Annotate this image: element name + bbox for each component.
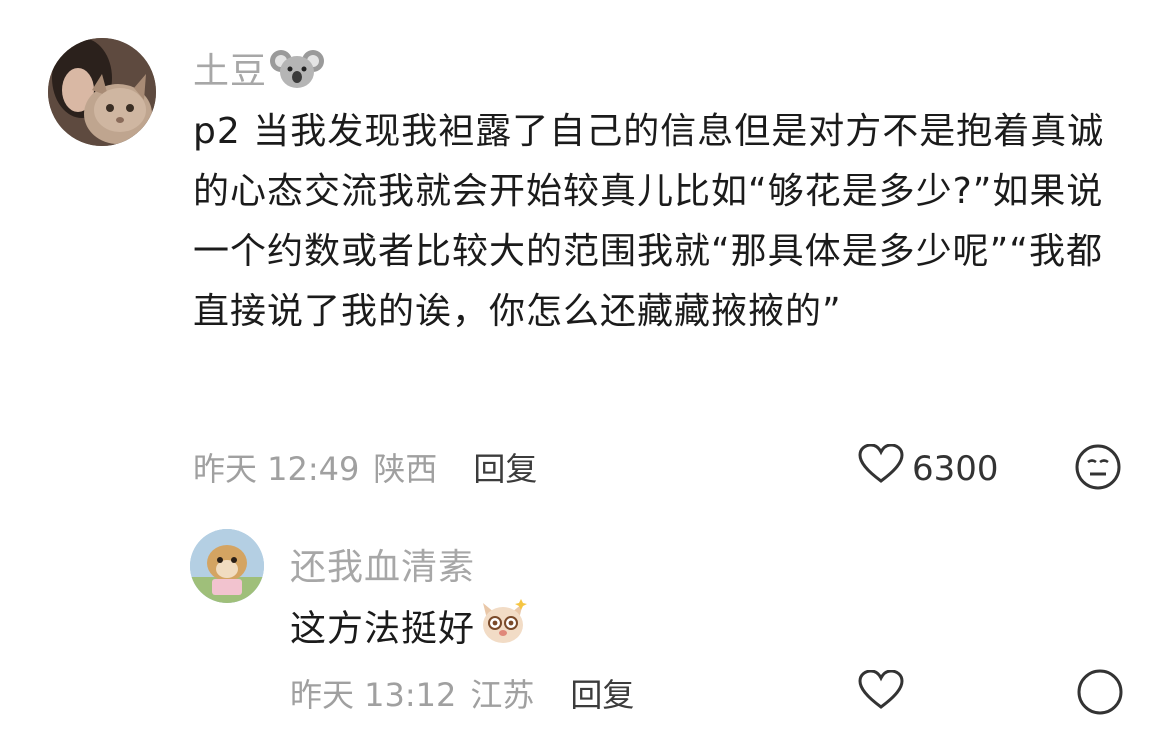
koala-icon (269, 46, 325, 101)
avatar[interactable] (48, 38, 156, 146)
heart-icon (858, 669, 904, 719)
cat-sticker-icon (477, 595, 529, 666)
reply-item: 还我血清素 这方法挺好 昨天 13:12 江苏 回复 (0, 505, 1170, 731)
emoji-reaction-button[interactable] (1076, 668, 1124, 720)
username[interactable]: 还我血清素 (290, 538, 475, 590)
comment-meta: 昨天 13:12 江苏 回复 (290, 670, 634, 716)
comment-text: p2 当我发现我袒露了自己的信息但是对方不是抱着真诚的心态交流我就会开始较真儿比… (193, 111, 1105, 332)
like-button[interactable]: 6300 (858, 443, 999, 493)
neutral-face-icon (1077, 669, 1123, 715)
comment-text: 这方法挺好 (290, 595, 890, 666)
avatar[interactable] (190, 529, 264, 603)
username-text: 土豆 (193, 51, 268, 92)
location: 江苏 (470, 676, 535, 714)
timestamp: 昨天 12:49 (193, 450, 360, 488)
comment-meta: 昨天 12:49 陕西 回复 (193, 444, 537, 490)
location: 陕西 (373, 450, 438, 488)
comment-item: 土豆 p2 当我发现我袒露了自己的信息但是对方不是抱着真诚的心态交流我就会开始较… (0, 0, 1170, 505)
like-button[interactable] (858, 669, 912, 719)
emoji-reaction-button[interactable] (1074, 443, 1122, 495)
reply-button[interactable]: 回复 (570, 670, 634, 716)
reply-button[interactable]: 回复 (473, 444, 537, 490)
timestamp: 昨天 13:12 (290, 676, 457, 714)
heart-icon (858, 443, 904, 493)
username[interactable]: 土豆 (193, 42, 325, 101)
like-count: 6300 (912, 448, 999, 489)
comment-text-content: 这方法挺好 (290, 608, 476, 650)
neutral-face-icon (1075, 444, 1121, 490)
